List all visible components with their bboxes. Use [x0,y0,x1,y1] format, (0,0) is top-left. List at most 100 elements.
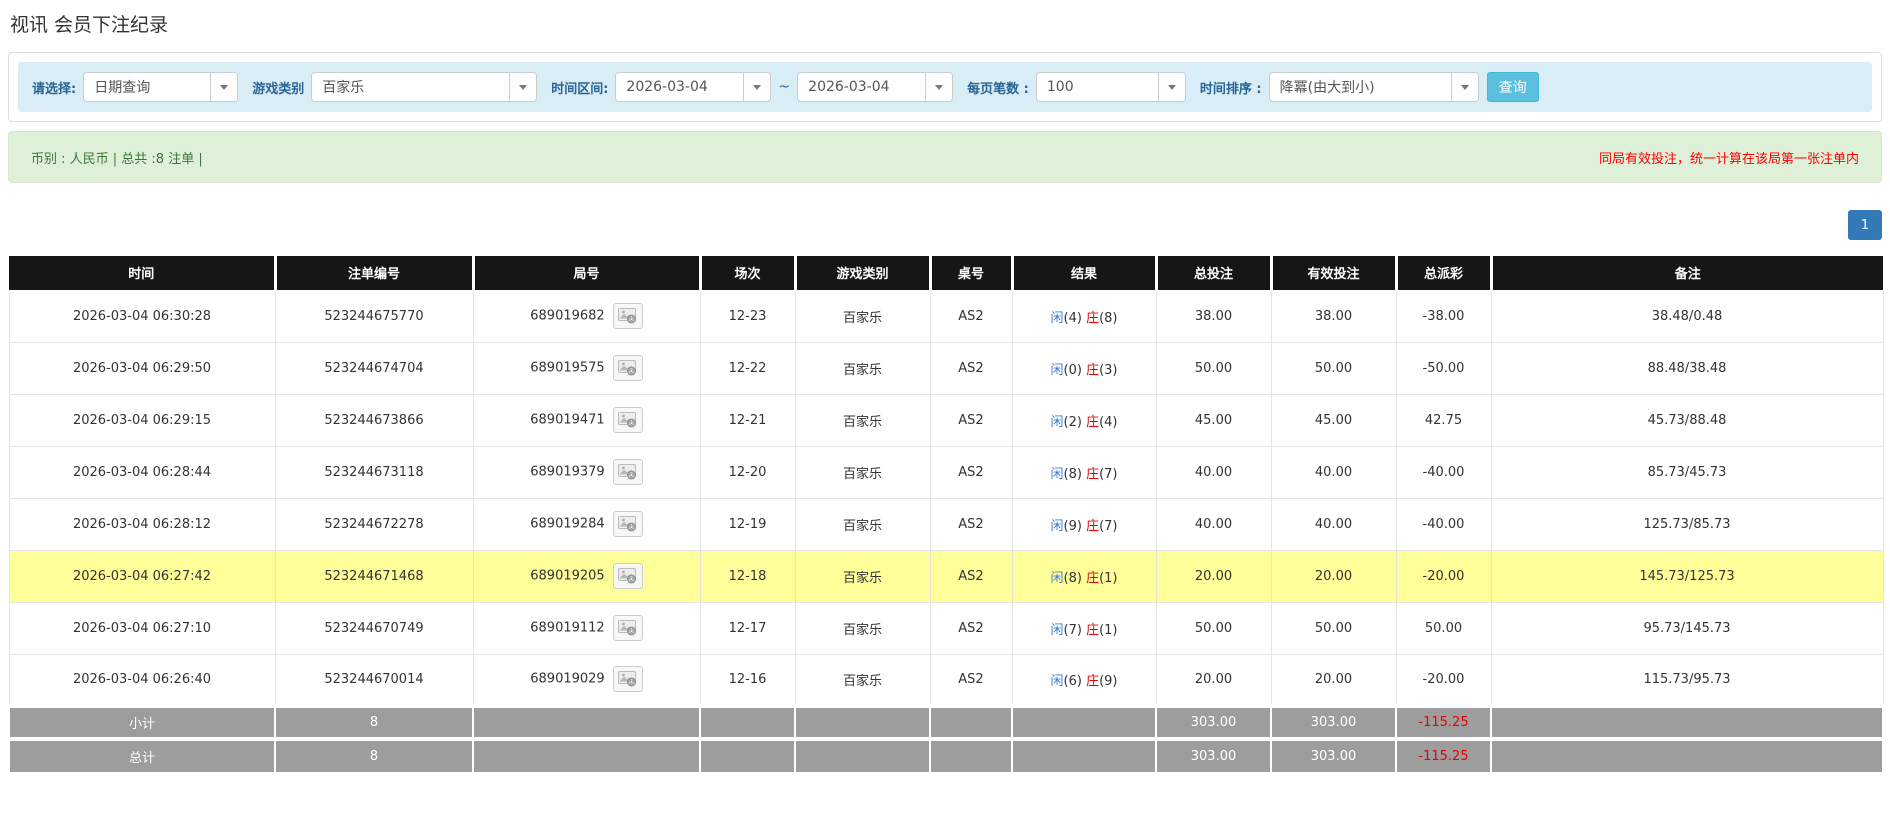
cell-result: 闲(0) 庄(3) [1011,341,1157,395]
cell-time: 2026-03-04 06:29:15 [8,393,276,447]
total-empty-cell [929,704,1013,739]
cell-bet-id: 523244673118 [274,445,474,499]
chevron-down-icon[interactable] [509,73,537,101]
video-replay-button[interactable] [612,666,643,693]
sort-order-value: 降冪(由大到小) [1279,80,1375,96]
cell-valid-bet: 40.00 [1270,445,1397,499]
cell-payout: -50.00 [1395,341,1492,395]
chevron-down-icon[interactable] [1450,73,1478,101]
cell-payout: 42.75 [1395,393,1492,447]
sort-order-dropdown[interactable]: 降冪(由大到小) [1268,72,1479,102]
cell-round-id: 689019112 [472,601,701,655]
date-to-value: 2026-03-04 [808,79,890,95]
video-replay-button[interactable] [612,407,643,433]
cell-bet-id: 523244672278 [274,497,474,551]
grandtotal-row: 总计 8 303.00 303.00 -115.25 [8,737,1884,772]
cell-payout: 50.00 [1395,601,1492,655]
video-replay-button[interactable] [612,355,643,381]
total-bet-sum: 303.00 [1155,737,1272,772]
player-result-label: 闲 [1050,622,1064,638]
total-empty-cell [472,704,701,739]
round-id-text: 689019284 [530,516,605,532]
column-header-10: 总派彩 [1396,256,1493,291]
banker-result-label: 庄 [1086,673,1100,689]
column-header-5: 游戏类别 [795,256,932,291]
cell-payout: -20.00 [1395,653,1492,707]
cell-remark: 38.48/0.48 [1490,289,1884,343]
date-separator: ~ [778,79,791,95]
cell-round-id: 689019029 [472,653,701,707]
valid-bet-note-text: 同局有效投注，统一计算在该局第一张注单内 [1598,151,1859,167]
video-icon [618,568,637,584]
cell-table-id: AS2 [929,601,1013,655]
page-size-value: 100 [1046,79,1074,95]
game-type-label: 游戏类别 [252,81,305,97]
cell-remark: 95.73/145.73 [1490,601,1884,655]
page-size-dropdown[interactable]: 100 [1035,72,1186,102]
filter-panel: 请选择: 日期查询 游戏类别 百家乐 时间区间: 2026-03-04 ~ 20… [8,52,1882,122]
round-id-text: 689019112 [530,620,605,636]
cell-table-id: AS2 [929,341,1013,395]
date-range-label: 时间区间: [551,81,609,97]
cell-total-bet: 40.00 [1155,445,1272,499]
column-header-4: 场次 [700,256,797,291]
date-to-dropdown[interactable]: 2026-03-04 [797,72,954,102]
cell-time: 2026-03-04 06:27:42 [8,549,276,603]
cell-session: 12-23 [699,289,796,343]
cell-time: 2026-03-04 06:29:50 [8,341,276,395]
video-replay-button[interactable] [612,563,643,589]
video-replay-button[interactable] [612,511,643,537]
table-row: 2026-03-04 06:30:28 523244675770 689019682… [8,289,1884,343]
cell-payout: -20.00 [1395,549,1492,603]
cell-valid-bet: 20.00 [1270,549,1397,603]
video-replay-button[interactable] [612,303,643,329]
video-replay-button[interactable] [612,615,643,641]
cell-total-bet: 38.00 [1155,289,1272,343]
query-button[interactable]: 查询 [1486,72,1539,102]
date-from-dropdown[interactable]: 2026-03-04 [615,72,772,102]
total-payout-sum: -115.25 [1395,737,1492,772]
cell-table-id: AS2 [929,549,1013,603]
chevron-down-icon[interactable] [925,73,953,101]
cell-session: 12-20 [699,445,796,499]
column-header-11: 备注 [1491,256,1883,291]
table-row: 2026-03-04 06:29:15 523244673866 689019471… [8,393,1884,447]
total-empty-cell [1011,737,1157,772]
game-type-dropdown[interactable]: 百家乐 [311,72,538,102]
cell-time: 2026-03-04 06:28:12 [8,497,276,551]
cell-remark: 125.73/85.73 [1490,497,1884,551]
chevron-down-icon[interactable] [1157,73,1185,101]
currency-summary-text: 币别 : 人民币 | 总共 :8 注单 | [31,151,203,167]
chevron-down-icon[interactable] [210,73,238,101]
total-empty-cell [794,704,931,739]
table-header-row: 时间 注单编号 局号 场次 游戏类别 桌号 结果 总投注 有效投注 总派彩 备注 [9,256,1883,291]
player-result-label: 闲 [1050,518,1064,534]
page-1-button[interactable]: 1 [1848,210,1882,240]
chevron-down-icon[interactable] [743,73,771,101]
select-type-dropdown[interactable]: 日期查询 [83,72,239,102]
video-icon [618,464,637,480]
cell-bet-id: 523244673866 [274,393,474,447]
subtotal-row: 小计 8 303.00 303.00 -115.25 [8,704,1884,739]
cell-time: 2026-03-04 06:26:40 [8,653,276,707]
table-row: 2026-03-04 06:27:10 523244670749 689019112… [8,601,1884,655]
table-row: 2026-03-04 06:27:42 523244671468 689019205… [8,549,1884,603]
video-replay-button[interactable] [612,459,643,485]
total-empty-cell [794,737,931,772]
total-bet-sum: 303.00 [1155,704,1272,739]
player-result-label: 闲 [1050,310,1064,326]
cell-valid-bet: 50.00 [1270,341,1397,395]
cell-table-id: AS2 [929,393,1013,447]
table-row: 2026-03-04 06:26:40 523244670014 689019029… [8,653,1884,707]
summary-bar: 币别 : 人民币 | 总共 :8 注单 | 同局有效投注，统一计算在该局第一张注… [8,131,1882,183]
cell-valid-bet: 38.00 [1270,289,1397,343]
cell-total-bet: 20.00 [1155,549,1272,603]
bet-records-table: 时间 注单编号 局号 场次 游戏类别 桌号 结果 总投注 有效投注 总派彩 备注 2026-03-0… [8,256,1884,772]
cell-bet-id: 523244674704 [274,341,474,395]
column-header-2: 注单编号 [275,256,475,291]
cell-session: 12-17 [699,601,796,655]
column-header-6: 桌号 [930,256,1014,291]
round-id-text: 689019205 [530,568,605,584]
page-size-label: 每页笔数 : [967,81,1029,97]
video-icon [618,516,637,532]
